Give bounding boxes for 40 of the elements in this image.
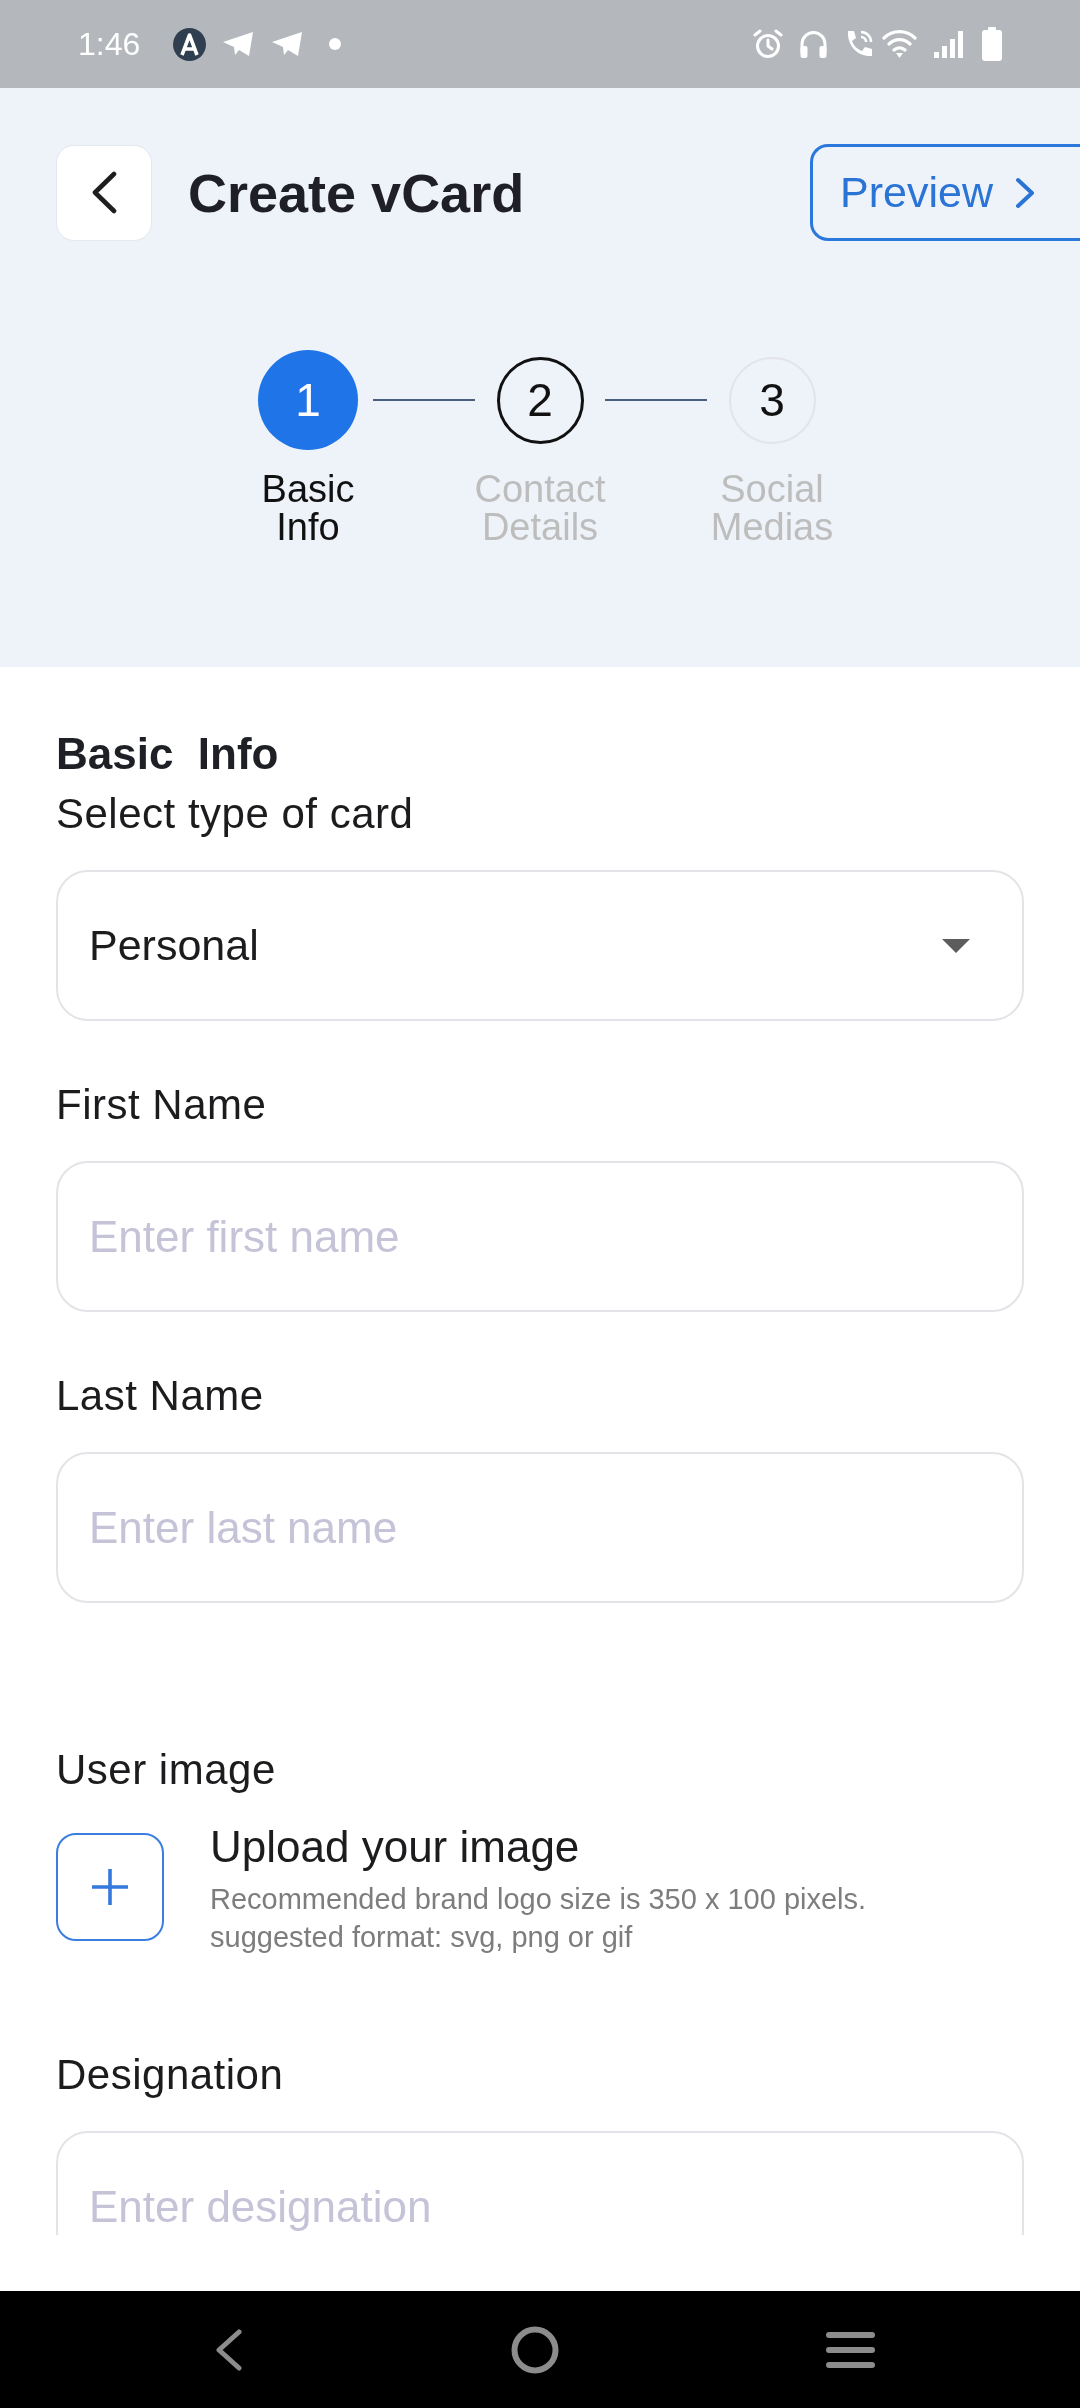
back-button[interactable]: [56, 144, 152, 241]
status-time: 1:46: [78, 25, 141, 63]
field-label: User image: [56, 1745, 277, 1795]
plus-icon: [90, 1867, 130, 1907]
step-label: Social Medias: [710, 470, 834, 546]
upload-hint: suggested format: svg, png or gif: [210, 1920, 634, 1955]
chevron-right-icon: [1014, 176, 1035, 209]
step-label: Basic Info: [261, 470, 355, 546]
input-field[interactable]: Enter designation: [56, 2131, 1024, 2235]
step-label: Contact Details: [474, 470, 606, 546]
paper-plane-icon: [222, 31, 255, 57]
field-label: First Name: [56, 1080, 268, 1130]
field-label: Designation: [56, 2050, 285, 2100]
upload-title: Upload your image: [210, 1822, 581, 1872]
menu-icon[interactable]: [826, 2331, 875, 2368]
step-circle: 2: [496, 356, 584, 444]
step-circle: 3: [728, 356, 816, 444]
page-title: Create vCard: [188, 161, 525, 224]
paper-plane-icon: [271, 31, 304, 57]
input-field[interactable]: Enter last name: [56, 1452, 1024, 1603]
app-logo-icon: [173, 27, 207, 61]
preview-button[interactable]: Preview: [810, 144, 1080, 241]
card-type-dropdown[interactable]: Personal: [56, 870, 1024, 1021]
upload-hint: Recommended brand logo size is 350 x 100 pixels.: [210, 1882, 867, 1917]
step-circle: 1: [258, 350, 358, 450]
signal-icon: [933, 29, 965, 59]
field-label: Last Name: [56, 1371, 265, 1421]
headphones-icon: [799, 29, 828, 59]
input-field[interactable]: Enter first name: [56, 1161, 1024, 1312]
alarm-icon: [753, 29, 783, 59]
upload-button[interactable]: [56, 1833, 164, 1941]
wifi-icon: [882, 29, 917, 59]
back-icon[interactable]: [213, 2328, 243, 2371]
home-icon[interactable]: [510, 2325, 559, 2374]
battery-icon: [981, 26, 1003, 62]
section-title: Basic Info: [56, 728, 280, 780]
field-label: Select type of card: [56, 789, 415, 839]
back-icon: [91, 171, 117, 214]
caret-icon: [942, 938, 970, 953]
notification-dot-icon: [329, 38, 342, 50]
